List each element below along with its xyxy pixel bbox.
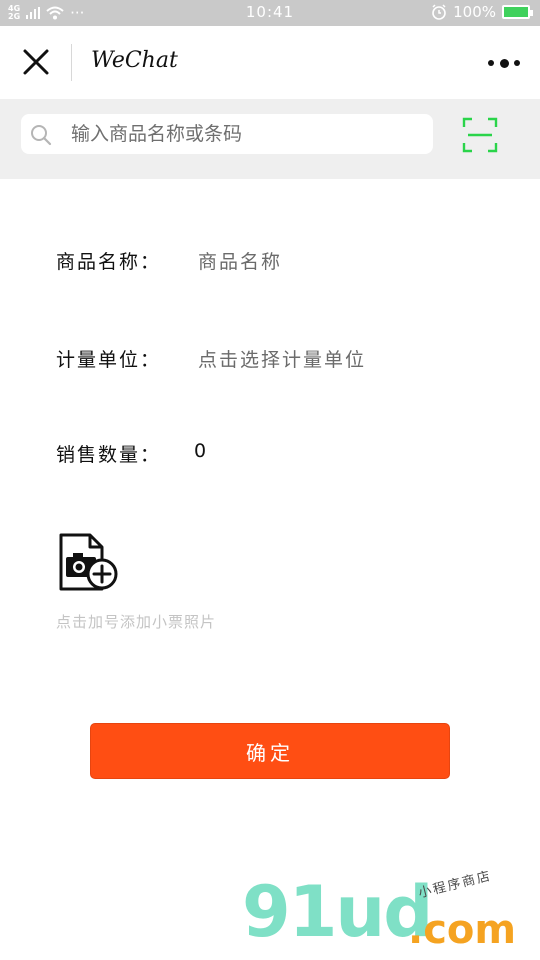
confirm-button[interactable]: 确定 xyxy=(90,723,450,779)
more-dot-icon xyxy=(514,60,520,66)
search-area xyxy=(0,99,540,179)
search-input[interactable] xyxy=(71,114,421,154)
unit-label: 计量单位： xyxy=(56,349,162,371)
product-name-label: 商品名称： xyxy=(56,251,162,273)
quantity-row: 销售数量： 0 xyxy=(56,440,206,467)
scan-icon[interactable] xyxy=(462,117,498,153)
battery-icon xyxy=(502,5,533,19)
watermark-brand: 91ud xyxy=(242,871,433,953)
quantity-label: 销售数量： xyxy=(56,444,162,466)
photo-hint: 点击加号添加小票照片 xyxy=(56,613,217,631)
status-bar: 4G 2G ··· 10:41 100% xyxy=(0,0,540,26)
more-dot-icon xyxy=(488,60,494,66)
alarm-icon xyxy=(432,4,446,20)
unit-select-field[interactable]: 点击选择计量单位 xyxy=(198,345,366,372)
title-bar: WeChat xyxy=(0,26,540,99)
product-name-field[interactable]: 商品名称 xyxy=(198,247,282,274)
title-divider xyxy=(71,44,72,81)
add-photo-icon[interactable] xyxy=(58,533,120,593)
quantity-value[interactable]: 0 xyxy=(194,440,208,462)
search-icon xyxy=(31,125,52,146)
search-box xyxy=(21,114,433,154)
more-dot-icon xyxy=(499,58,509,68)
product-name-row[interactable]: 商品名称： 商品名称 xyxy=(56,247,280,274)
close-icon[interactable] xyxy=(20,46,52,78)
page-title: WeChat xyxy=(91,48,178,73)
more-menu-button[interactable] xyxy=(488,56,520,70)
battery-percent: 100% xyxy=(453,3,496,21)
status-right: 100% xyxy=(431,3,533,21)
unit-row[interactable]: 计量单位： 点击选择计量单位 xyxy=(56,345,364,372)
watermark-domain: .com xyxy=(408,907,517,953)
